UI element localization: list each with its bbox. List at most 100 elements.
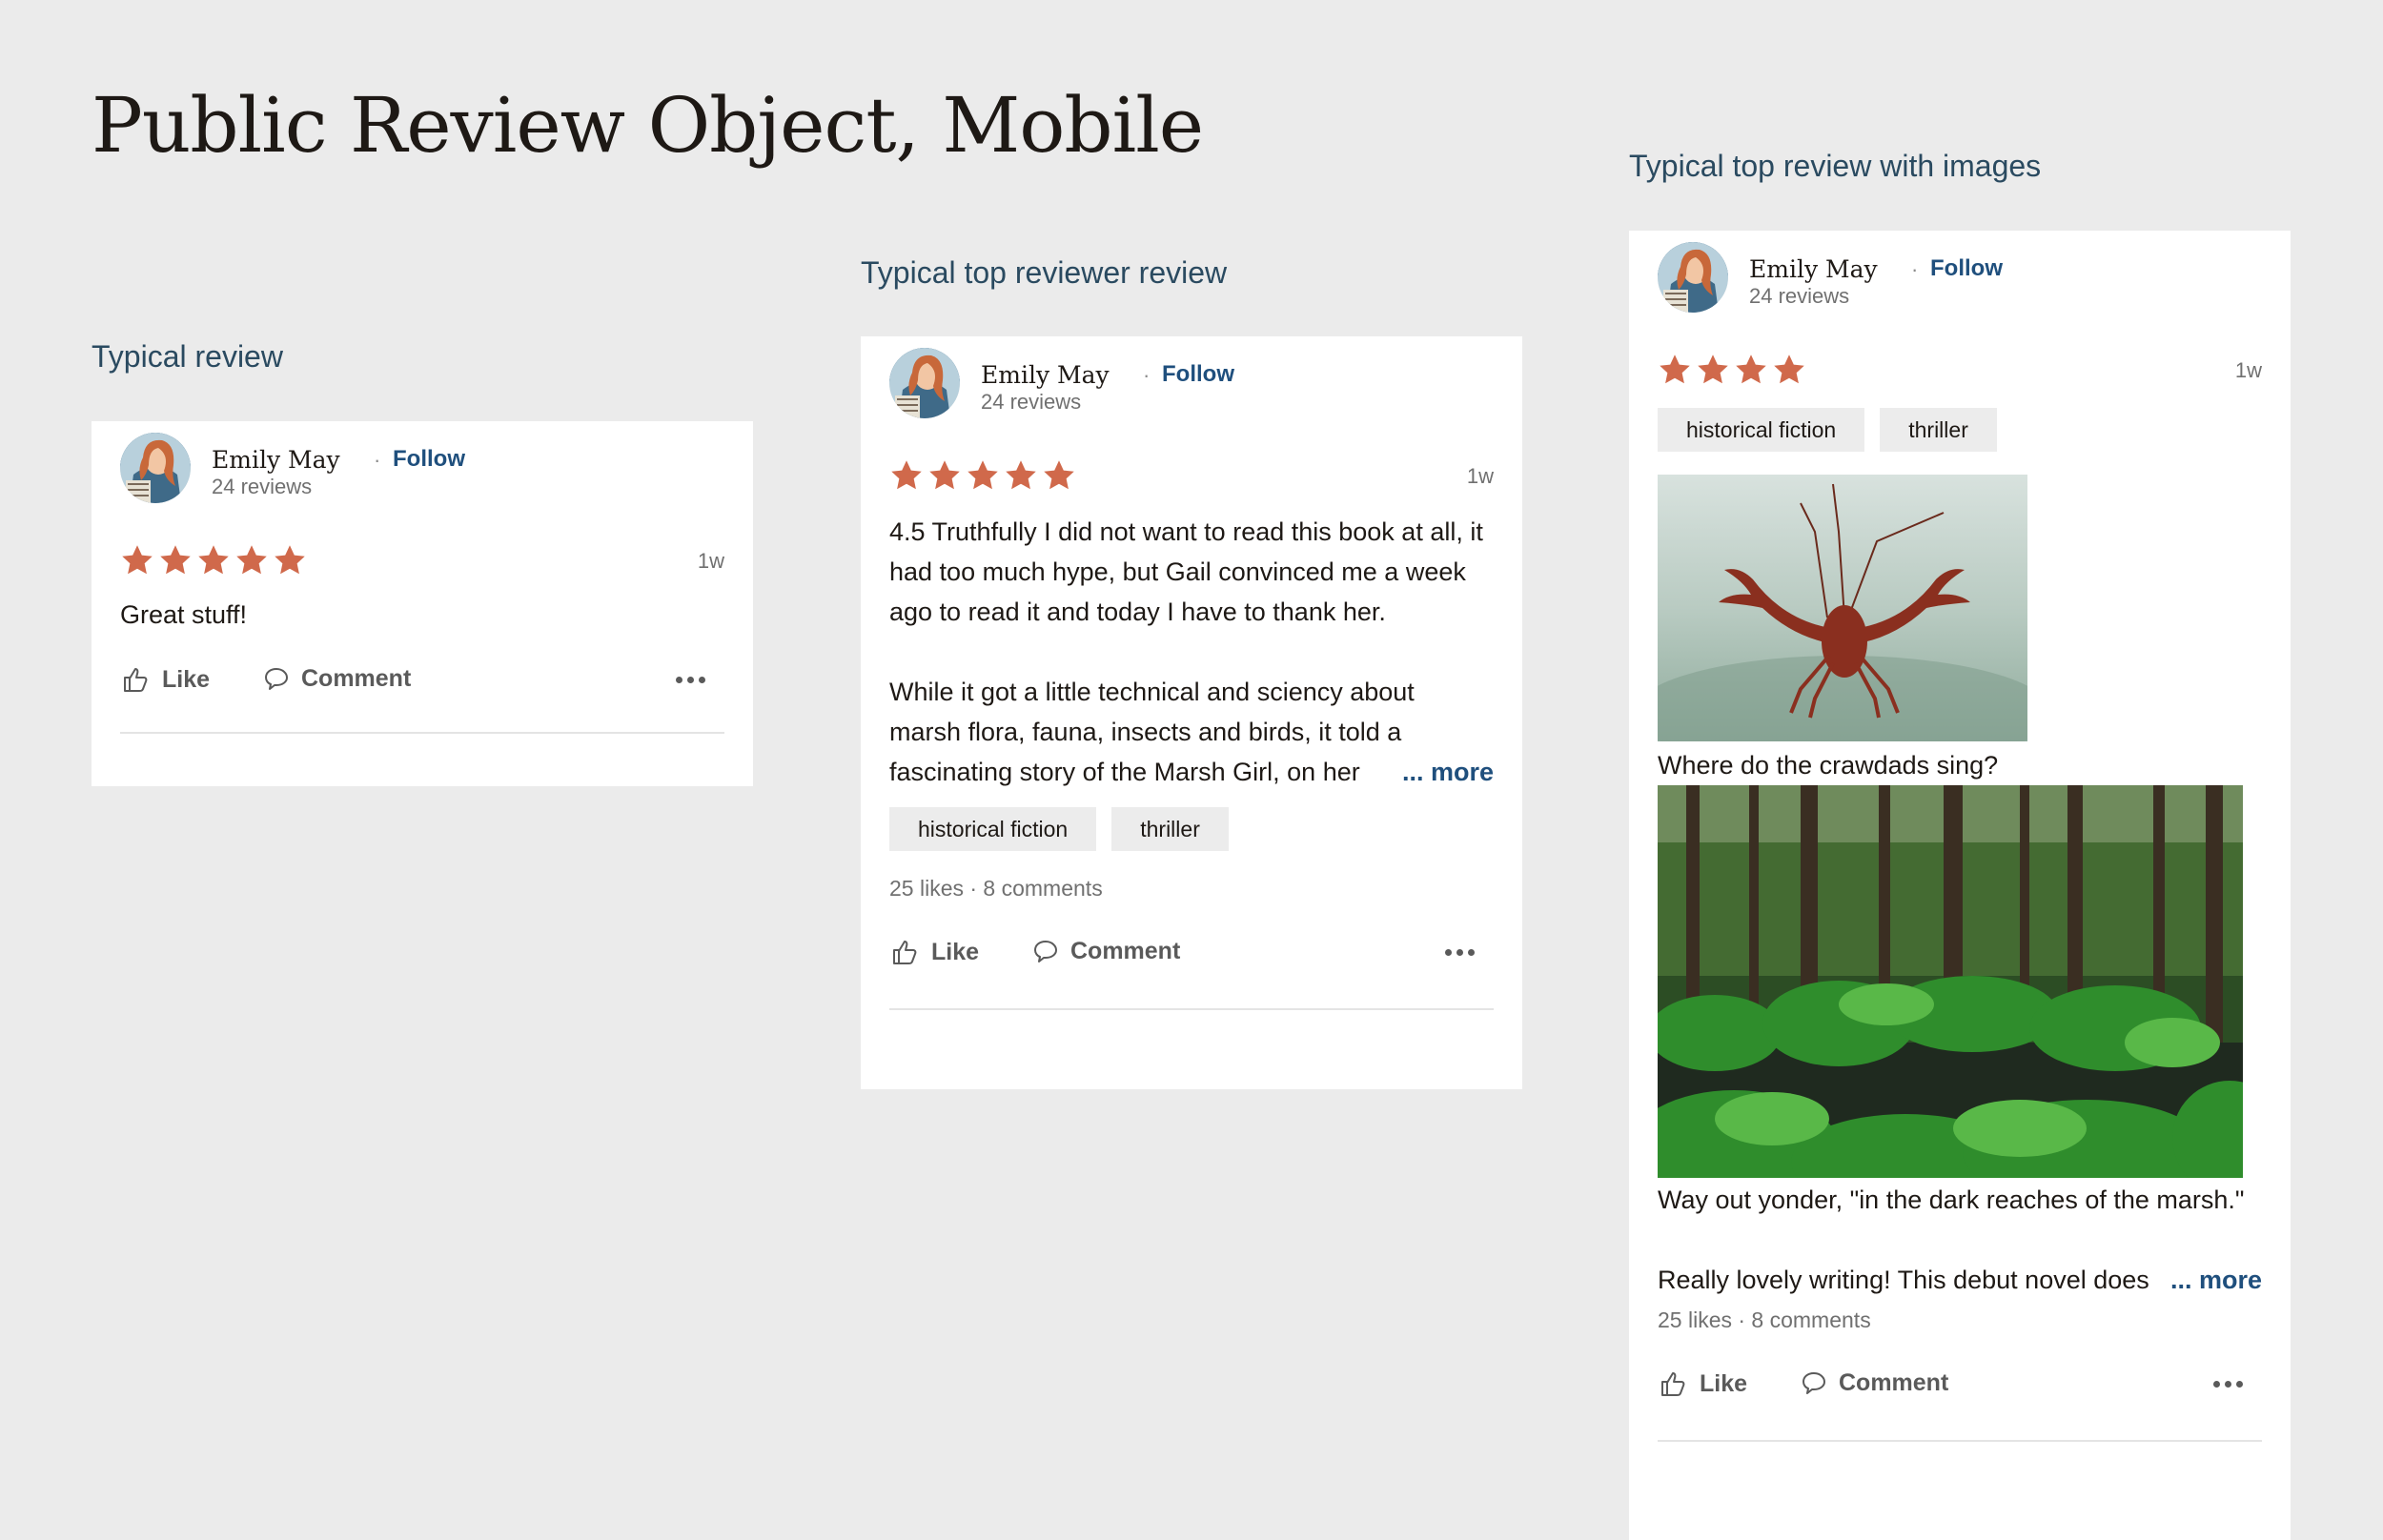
review-paragraph-line: While it got a little technical and scie… [889, 678, 1415, 706]
like-button[interactable]: Like [891, 938, 979, 966]
star-icon [198, 545, 229, 575]
review-card-top-reviewer: Emily May · Follow 24 reviews 1w 4.5 Tru… [861, 336, 1522, 1089]
review-paragraph: 4.5 Truthfully I did not want to read th… [889, 517, 1483, 626]
likes-comments-count[interactable]: 25 likes · 8 comments [889, 876, 1494, 902]
review-author: Emily May · Follow 24 reviews [1658, 231, 2262, 326]
tag-historical-fiction[interactable]: historical fiction [889, 807, 1097, 851]
tag-thriller[interactable]: thriller [1880, 408, 1997, 452]
more-horizontal-icon [1445, 949, 1452, 956]
star-rating [120, 543, 307, 578]
more-options-button[interactable] [2213, 1381, 2243, 1388]
divider [1658, 1440, 2262, 1442]
thumbs-up-icon [891, 938, 920, 966]
review-author: Emily May · Follow 24 reviews [120, 421, 724, 517]
more-horizontal-icon [2213, 1381, 2220, 1388]
section-label-top-reviewer: Typical top reviewer review [861, 255, 1228, 290]
star-icon [967, 460, 998, 490]
avatar[interactable] [120, 433, 191, 503]
section-label-typical-review: Typical review [92, 339, 283, 374]
like-button[interactable]: Like [122, 665, 210, 694]
star-icon [891, 460, 922, 490]
more-horizontal-icon [676, 677, 682, 683]
speech-bubble-icon [1801, 1370, 1827, 1397]
review-author: Emily May · Follow 24 reviews [889, 336, 1494, 432]
star-icon [929, 460, 960, 490]
more-options-button[interactable] [676, 677, 705, 683]
thumbs-up-icon [122, 665, 151, 694]
likes-comments-count[interactable]: 25 likes · 8 comments [1658, 1307, 2262, 1333]
author-name[interactable]: Emily May [212, 446, 340, 474]
rating-row: 1w [889, 451, 1494, 508]
follow-button[interactable]: Follow [1162, 361, 1234, 388]
author-review-count: 24 reviews [212, 475, 313, 498]
like-label: Like [1700, 1369, 1748, 1397]
review-timestamp: 1w [1466, 464, 1494, 488]
author-name[interactable]: Emily May [981, 361, 1110, 389]
author-name[interactable]: Emily May [1749, 255, 1878, 283]
truncated-line: Really lovely writing! This debut novel … [1658, 1260, 2262, 1300]
page-title: Public Review Object, Mobile [92, 81, 1204, 170]
follow-button[interactable]: Follow [393, 446, 465, 473]
review-actions: Like Comment [120, 648, 724, 715]
review-timestamp: 1w [697, 549, 724, 573]
star-icon [1698, 355, 1728, 384]
comment-label: Comment [1070, 938, 1181, 964]
comment-button[interactable]: Comment [263, 665, 411, 693]
marsh-photo[interactable] [1658, 785, 2243, 1178]
crawfish-photo[interactable] [1658, 475, 2027, 741]
review-text: Really lovely writing! This debut novel … [1658, 1260, 2262, 1300]
review-actions: Like Comment [1658, 1352, 2262, 1419]
thumbs-up-icon [1660, 1369, 1688, 1398]
more-options-button[interactable] [1445, 949, 1475, 956]
rating-row: 1w [1658, 345, 2262, 402]
review-text: 4.5 Truthfully I did not want to read th… [889, 512, 1494, 792]
star-icon [1006, 460, 1036, 490]
tag-thriller[interactable]: thriller [1111, 807, 1229, 851]
author-review-count: 24 reviews [1749, 284, 1850, 308]
like-label: Like [931, 938, 980, 965]
separator-dot: · [1143, 363, 1151, 387]
review-text: Great stuff! [120, 600, 248, 629]
divider [889, 1008, 1494, 1010]
star-icon [1660, 355, 1690, 384]
truncated-line: fascinating story of the Marsh Girl, on … [889, 752, 1494, 792]
star-icon [1774, 355, 1804, 384]
review-card-typical: Emily May · Follow 24 reviews 1w Great s… [92, 421, 753, 786]
rating-row: 1w [120, 536, 724, 593]
image-caption: Where do the crawdads sing? [1658, 751, 1999, 780]
speech-bubble-icon [263, 666, 290, 693]
section-label-with-images: Typical top review with images [1629, 149, 2042, 183]
avatar[interactable] [1658, 242, 1728, 313]
avatar[interactable] [889, 348, 960, 418]
star-icon [1736, 355, 1766, 384]
review-paragraph-line: marsh flora, fauna, insects and birds, i… [889, 718, 1402, 746]
star-icon [1044, 460, 1074, 490]
comment-label: Comment [301, 665, 412, 692]
shelf-tags: historical fiction thriller [1658, 408, 2262, 452]
star-icon [275, 545, 305, 575]
shelf-tags: historical fiction thriller [889, 807, 1494, 851]
follow-button[interactable]: Follow [1930, 255, 2003, 282]
speech-bubble-icon [1032, 939, 1059, 965]
author-review-count: 24 reviews [981, 390, 1082, 414]
tag-historical-fiction[interactable]: historical fiction [1658, 408, 1865, 452]
star-icon [160, 545, 191, 575]
like-button[interactable]: Like [1660, 1369, 1747, 1398]
star-rating [1658, 353, 1806, 387]
read-more-link[interactable]: ... more [1390, 752, 1494, 792]
star-icon [122, 545, 153, 575]
separator-dot: · [374, 448, 381, 472]
divider [120, 732, 724, 734]
star-icon [236, 545, 267, 575]
image-caption: Way out yonder, "in the dark reaches of … [1658, 1185, 2245, 1214]
separator-dot: · [1911, 257, 1919, 281]
comment-button[interactable]: Comment [1801, 1369, 1948, 1397]
review-actions: Like Comment [889, 921, 1494, 987]
comment-button[interactable]: Comment [1032, 938, 1180, 965]
like-label: Like [162, 665, 211, 693]
review-timestamp: 1w [2234, 358, 2262, 382]
review-card-with-images: Emily May · Follow 24 reviews 1w histori… [1629, 231, 2291, 1540]
comment-label: Comment [1839, 1369, 1949, 1396]
star-rating [889, 458, 1076, 493]
read-more-link[interactable]: ... more [2158, 1260, 2262, 1300]
